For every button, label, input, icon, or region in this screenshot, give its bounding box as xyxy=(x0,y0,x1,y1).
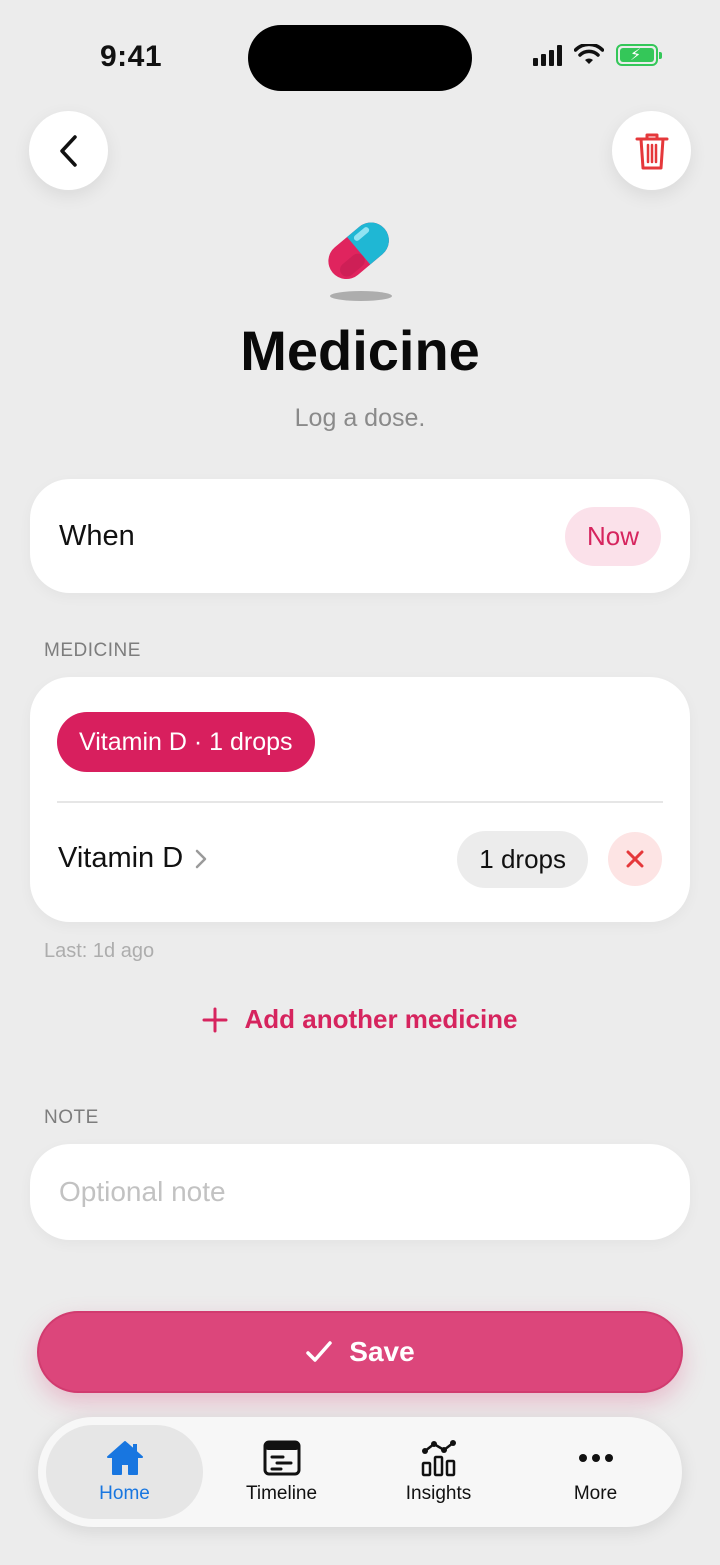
status-time: 9:41 xyxy=(100,40,163,73)
trash-icon xyxy=(635,133,668,169)
time-chip[interactable]: Now xyxy=(564,506,661,566)
remove-medicine-button[interactable] xyxy=(608,832,662,886)
tab-timeline[interactable]: Timeline xyxy=(203,1425,360,1519)
dynamic-island xyxy=(248,25,472,91)
tab-label: Insights xyxy=(405,1483,472,1504)
dose-chip[interactable]: 1 drops xyxy=(457,831,588,888)
add-medicine-label: Add another medicine xyxy=(244,1004,518,1034)
battery-icon: ⚡ xyxy=(616,44,662,66)
medicine-card: Vitamin D · 1 drops Vitamin D 1 drops xyxy=(30,677,690,922)
divider xyxy=(57,801,663,803)
page-subtitle: Log a dose. xyxy=(294,404,426,432)
tab-label: Timeline xyxy=(245,1483,318,1504)
note-card xyxy=(30,1144,690,1240)
tab-home[interactable]: Home xyxy=(46,1425,203,1519)
checkmark-icon xyxy=(306,1341,333,1362)
close-icon xyxy=(626,850,644,868)
page-title: Medicine xyxy=(240,319,480,382)
cellular-signal-icon xyxy=(533,44,562,66)
medicine-picker[interactable]: Vitamin D xyxy=(58,842,207,875)
note-section-label: NOTE xyxy=(44,1107,99,1128)
medicine-name: Vitamin D xyxy=(58,842,184,874)
chevron-right-icon xyxy=(195,849,207,868)
pill-icon xyxy=(328,222,392,301)
tab-more[interactable]: More xyxy=(517,1425,674,1519)
selected-medicine-chip[interactable]: Vitamin D · 1 drops xyxy=(57,712,315,772)
status-icons: ⚡ xyxy=(533,44,662,66)
tab-bar: Home Timeline Insights More xyxy=(38,1417,682,1527)
back-button[interactable] xyxy=(29,111,108,190)
tab-label: More xyxy=(573,1483,618,1504)
medicine-section-label: MEDICINE xyxy=(44,640,141,661)
add-medicine-button[interactable]: Add another medicine xyxy=(0,1004,720,1035)
when-label: When xyxy=(59,519,135,552)
save-label: Save xyxy=(349,1336,415,1367)
tab-label: Home xyxy=(99,1483,150,1504)
note-input[interactable] xyxy=(59,1176,661,1208)
chevron-left-icon xyxy=(59,134,77,167)
more-icon xyxy=(578,1454,613,1462)
when-row[interactable]: When Now xyxy=(30,479,690,593)
tab-insights[interactable]: Insights xyxy=(360,1425,517,1519)
wifi-icon xyxy=(574,44,604,64)
last-dose-text: Last: 1d ago xyxy=(44,940,155,962)
delete-button[interactable] xyxy=(612,111,691,190)
home-icon xyxy=(106,1441,143,1475)
timeline-icon xyxy=(263,1440,300,1476)
plus-icon xyxy=(202,1007,228,1032)
insights-icon xyxy=(421,1440,456,1477)
save-button[interactable]: Save xyxy=(37,1311,683,1393)
